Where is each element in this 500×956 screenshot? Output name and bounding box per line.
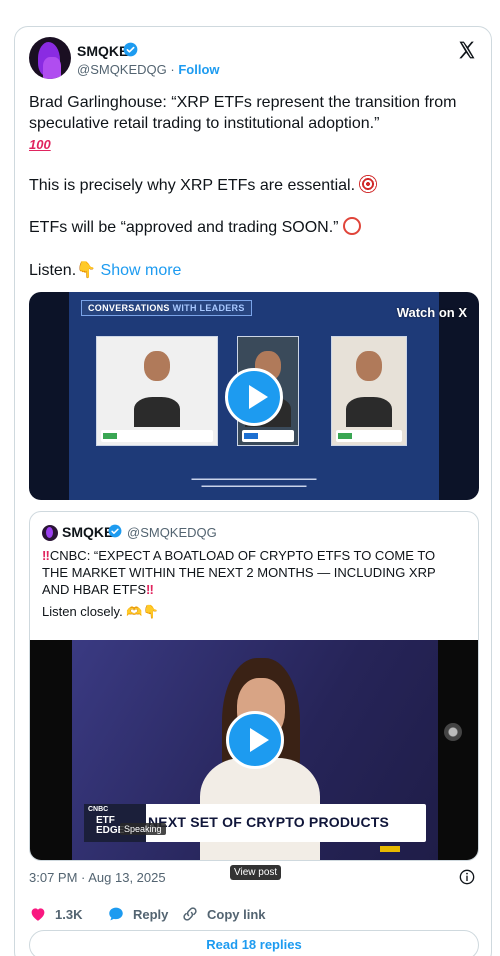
speaker-nametag bbox=[101, 430, 213, 442]
tweet-paragraph-2: This is precisely why XRP ETFs are essen… bbox=[29, 175, 479, 196]
emoji-icon: 🫶👇 bbox=[126, 604, 159, 619]
speaker-nametag bbox=[242, 430, 294, 442]
read-replies-button[interactable]: Read 18 replies bbox=[29, 930, 479, 956]
handle-separator: · bbox=[170, 62, 175, 77]
heart-icon bbox=[31, 908, 45, 921]
video-1-banner-part2: WITH LEADERS bbox=[172, 303, 245, 313]
quoted-tweet-text: ‼CNBC: “EXPECT A BOATLOAD OF CRYPTO ETFS… bbox=[42, 547, 462, 598]
video-1-banner-part1: CONVERSATIONS bbox=[88, 303, 170, 313]
author-handle[interactable]: @SMQKEDQG bbox=[77, 62, 167, 77]
tweet-paragraph-1-text: Brad Garlinghouse: “XRP ETFs represent t… bbox=[29, 94, 457, 132]
quoted-author-avatar[interactable] bbox=[42, 525, 58, 541]
alarm-clock-emoji-icon bbox=[342, 217, 361, 235]
video-1-disclaimer: ▬▬▬▬▬▬▬▬▬▬▬▬▬▬▬▬▬▬▬▬▬▬▬▬▬ ▬▬▬▬▬▬▬▬▬▬▬▬▬▬▬… bbox=[191, 476, 317, 489]
info-icon[interactable] bbox=[459, 869, 475, 885]
video-2-indicator-icon bbox=[444, 723, 462, 741]
speaker-nametag bbox=[336, 430, 402, 442]
video-1-speaker-panel-3 bbox=[331, 336, 407, 446]
quoted-author-name[interactable]: SMQKE bbox=[62, 524, 113, 540]
hundred-points-emoji-icon: 100 bbox=[29, 137, 51, 152]
speaker-head bbox=[356, 351, 382, 381]
speaker-head bbox=[144, 351, 170, 381]
like-button[interactable]: 1.3K bbox=[29, 905, 82, 923]
author-avatar[interactable] bbox=[29, 37, 71, 79]
pointing-down-emoji-icon: 👇 bbox=[76, 262, 97, 279]
double-exclamation-emoji-icon: ‼ bbox=[146, 582, 154, 597]
copy-link-label: Copy link bbox=[207, 906, 266, 922]
lower-third-headline: NEXT SET OF CRYPTO PRODUCTS bbox=[148, 814, 390, 830]
watch-on-x-label[interactable]: Watch on X bbox=[397, 305, 467, 320]
speaker-body bbox=[134, 397, 180, 427]
avatar-figure-lower bbox=[43, 57, 61, 79]
video-player-1[interactable]: CONVERSATIONS WITH LEADERS ▬▬▬▬▬▬▬▬▬▬▬▬▬… bbox=[29, 292, 479, 500]
quoted-tweet[interactable]: SMQKE @SMQKEDQG ‼CNBC: “EXPECT A BOATLOA… bbox=[29, 511, 479, 861]
link-icon bbox=[183, 907, 197, 921]
tweet-paragraph-2-text: This is precisely why XRP ETFs are essen… bbox=[29, 177, 356, 194]
tweet-paragraph-3-text: ETFs will be “approved and trading SOON.… bbox=[29, 219, 339, 236]
speaking-label: Speaking bbox=[120, 823, 166, 835]
play-button-icon[interactable] bbox=[226, 711, 284, 769]
speaker-body bbox=[346, 397, 392, 427]
network-accent bbox=[380, 846, 400, 852]
quoted-tweet-text-2-body: Listen closely. bbox=[42, 604, 123, 619]
video-1-banner: CONVERSATIONS WITH LEADERS bbox=[81, 300, 252, 316]
author-handle-row: @SMQKEDQG · Follow bbox=[77, 62, 220, 77]
show-more-link[interactable]: Show more bbox=[101, 262, 182, 279]
tweet-paragraph-3: ETFs will be “approved and trading SOON.… bbox=[29, 217, 479, 238]
cnbc-logo: CNBC bbox=[88, 806, 109, 813]
quoted-tweet-text-2: Listen closely. 🫶👇 bbox=[42, 603, 462, 620]
reply-bubble-icon bbox=[109, 907, 123, 921]
view-post-tooltip: View post bbox=[230, 865, 282, 880]
video-player-2[interactable]: CNBC ETF EDGE NEXT SET OF CRYPTO PRODUCT… bbox=[30, 640, 478, 860]
verified-badge-icon bbox=[123, 42, 138, 57]
tweet-paragraph-4: Listen.👇 Show more bbox=[29, 260, 479, 281]
tweet-paragraph-4-text: Listen. bbox=[29, 262, 77, 279]
reply-button[interactable]: Reply bbox=[107, 905, 168, 923]
x-logo-icon[interactable] bbox=[457, 40, 477, 60]
double-exclamation-emoji-icon: ‼ bbox=[42, 548, 50, 563]
target-emoji-icon bbox=[359, 175, 378, 193]
video-1-speaker-panel-1 bbox=[96, 336, 218, 446]
author-name[interactable]: SMQKE bbox=[77, 43, 128, 59]
quoted-tweet-text-body: CNBC: “EXPECT A BOATLOAD OF CRYPTO ETFS … bbox=[42, 548, 436, 597]
copy-link-button[interactable]: Copy link bbox=[181, 905, 266, 923]
tweet-timestamp[interactable]: 3:07 PM · Aug 13, 2025 bbox=[29, 870, 166, 885]
quoted-verified-badge-icon bbox=[108, 524, 122, 538]
quoted-author-handle[interactable]: @SMQKEDQG bbox=[127, 525, 217, 540]
tweet-card: SMQKE @SMQKEDQG · Follow Brad Garlinghou… bbox=[14, 26, 492, 956]
tweet-paragraph-1: Brad Garlinghouse: “XRP ETFs represent t… bbox=[29, 92, 479, 155]
reply-label: Reply bbox=[133, 906, 169, 922]
like-count: 1.3K bbox=[55, 906, 83, 922]
play-button-icon[interactable] bbox=[225, 368, 283, 426]
follow-button[interactable]: Follow bbox=[178, 62, 219, 77]
